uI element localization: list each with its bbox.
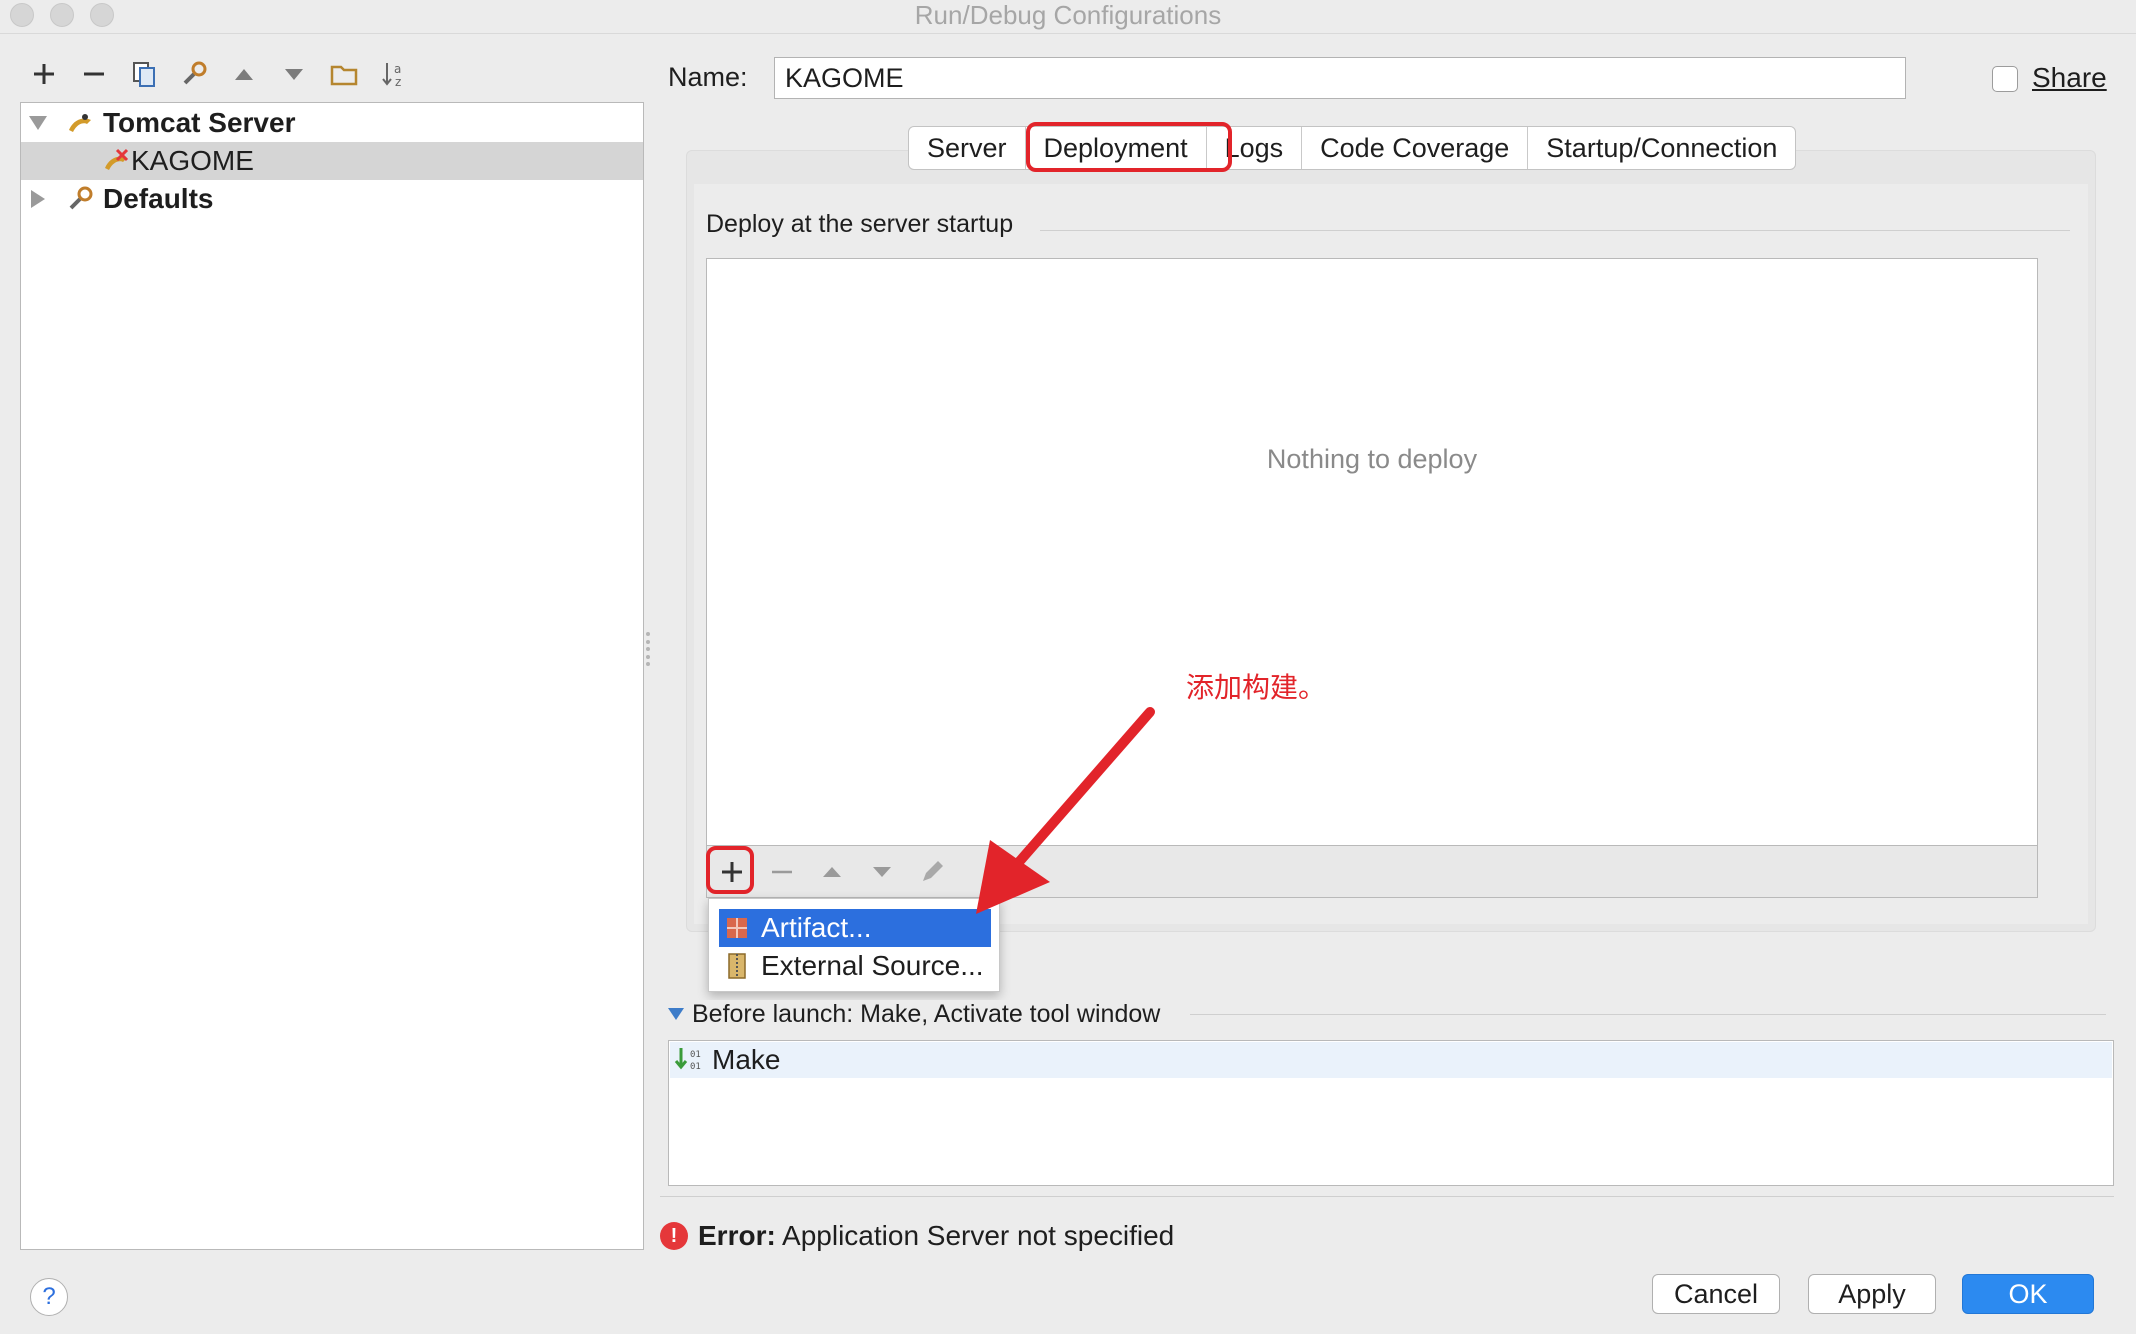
before-launch-title: Before launch: Make, Activate tool windo…	[692, 1000, 1171, 1029]
deployment-tab-highlight	[1026, 122, 1232, 172]
tab-startup-connection[interactable]: Startup/Connection	[1528, 127, 1795, 169]
name-input[interactable]: KAGOME	[774, 57, 1906, 99]
annotation-arrow-icon	[976, 707, 1155, 914]
folder-icon	[330, 65, 358, 86]
cancel-button[interactable]: Cancel	[1652, 1274, 1780, 1314]
annotation-text: 添加构建。	[1186, 671, 1327, 704]
menu-item-label: Artifact...	[761, 912, 872, 943]
archive-icon	[728, 953, 746, 979]
make-icon: 0101	[674, 1048, 701, 1072]
svg-text:01: 01	[690, 1050, 701, 1060]
error-icon: !	[660, 1222, 688, 1250]
wrench-icon	[69, 186, 93, 210]
before-launch-item-make[interactable]: 01 01 Make	[670, 1042, 2112, 1078]
share-label: Share	[2032, 62, 2107, 93]
add-deploy-menu: Artifact... External Source...	[708, 898, 1000, 992]
tab-server[interactable]: Server	[909, 127, 1026, 169]
pencil-icon	[923, 861, 943, 881]
group-separator	[1040, 230, 2070, 231]
artifact-icon	[727, 918, 747, 938]
arrow-up-icon	[235, 69, 253, 80]
tree-item-kagome[interactable]: KAGOME	[21, 142, 643, 180]
before-launch-toggle-icon[interactable]	[668, 1008, 684, 1020]
svg-text:a: a	[394, 62, 401, 76]
wrench-icon	[183, 61, 207, 85]
menu-item-artifact[interactable]: Artifact...	[719, 909, 991, 947]
collapse-triangle-icon[interactable]	[31, 190, 45, 208]
deploy-list[interactable]	[706, 258, 2038, 846]
add-button-highlight	[706, 846, 754, 894]
tree-item-label: KAGOME	[131, 145, 254, 176]
move-deploy-up-button[interactable]	[812, 852, 852, 892]
remove-deploy-button[interactable]	[762, 852, 802, 892]
empty-state-text: Nothing to deploy	[1266, 444, 1478, 474]
tree-item-label: Tomcat Server	[103, 107, 296, 138]
tomcat-icon	[69, 114, 91, 132]
tree-item-defaults[interactable]: Defaults	[21, 180, 643, 218]
folder-button[interactable]	[324, 56, 364, 92]
window-title: Run/Debug Configurations	[914, 0, 1222, 30]
edit-deploy-button[interactable]	[912, 852, 952, 892]
minus-icon	[772, 870, 792, 874]
move-deploy-down-button[interactable]	[862, 852, 902, 892]
copy-icon	[133, 62, 155, 87]
share-checkbox[interactable]	[1992, 66, 2018, 92]
arrow-down-icon	[873, 867, 891, 877]
move-down-button[interactable]	[274, 56, 314, 92]
sort-alpha-icon: az	[382, 62, 401, 89]
tomcat-error-icon	[105, 148, 129, 170]
help-button[interactable]: ?	[30, 1278, 68, 1316]
arrow-down-icon	[285, 69, 303, 80]
svg-text:z: z	[395, 75, 401, 89]
name-label: Name:	[668, 62, 748, 92]
remove-config-button[interactable]	[74, 56, 114, 92]
add-config-button[interactable]	[24, 56, 64, 92]
error-message: Error: Application Server not specified	[698, 1220, 1175, 1251]
sort-button[interactable]: az	[374, 56, 414, 92]
before-launch-item-label: Make	[712, 1044, 781, 1075]
title-bar: Run/Debug Configurations	[0, 0, 2136, 34]
menu-item-label: External Source...	[761, 950, 984, 981]
move-up-button[interactable]	[224, 56, 264, 92]
splitter-handle[interactable]	[646, 632, 652, 666]
svg-text:01: 01	[690, 1062, 701, 1072]
before-launch-separator	[1190, 1014, 2106, 1015]
deploy-group-title: Deploy at the server startup	[706, 210, 1024, 239]
copy-config-button[interactable]	[124, 56, 164, 92]
tree-item-tomcat-server[interactable]: Tomcat Server	[21, 104, 643, 142]
error-separator	[660, 1196, 2114, 1197]
tree-item-label: Defaults	[103, 183, 214, 214]
apply-button[interactable]: Apply	[1808, 1274, 1936, 1314]
minus-icon	[84, 72, 104, 76]
ok-button[interactable]: OK	[1962, 1274, 2094, 1314]
menu-item-external-source[interactable]: External Source...	[719, 947, 991, 985]
config-tree: Tomcat Server KAGOME Defaults	[20, 102, 644, 1250]
tab-code-coverage[interactable]: Code Coverage	[1302, 127, 1529, 169]
deploy-list-toolbar	[706, 846, 2038, 898]
arrow-up-icon	[823, 867, 841, 877]
edit-defaults-button[interactable]	[174, 56, 214, 92]
plus-icon	[34, 64, 54, 84]
expand-triangle-icon[interactable]	[29, 116, 47, 130]
